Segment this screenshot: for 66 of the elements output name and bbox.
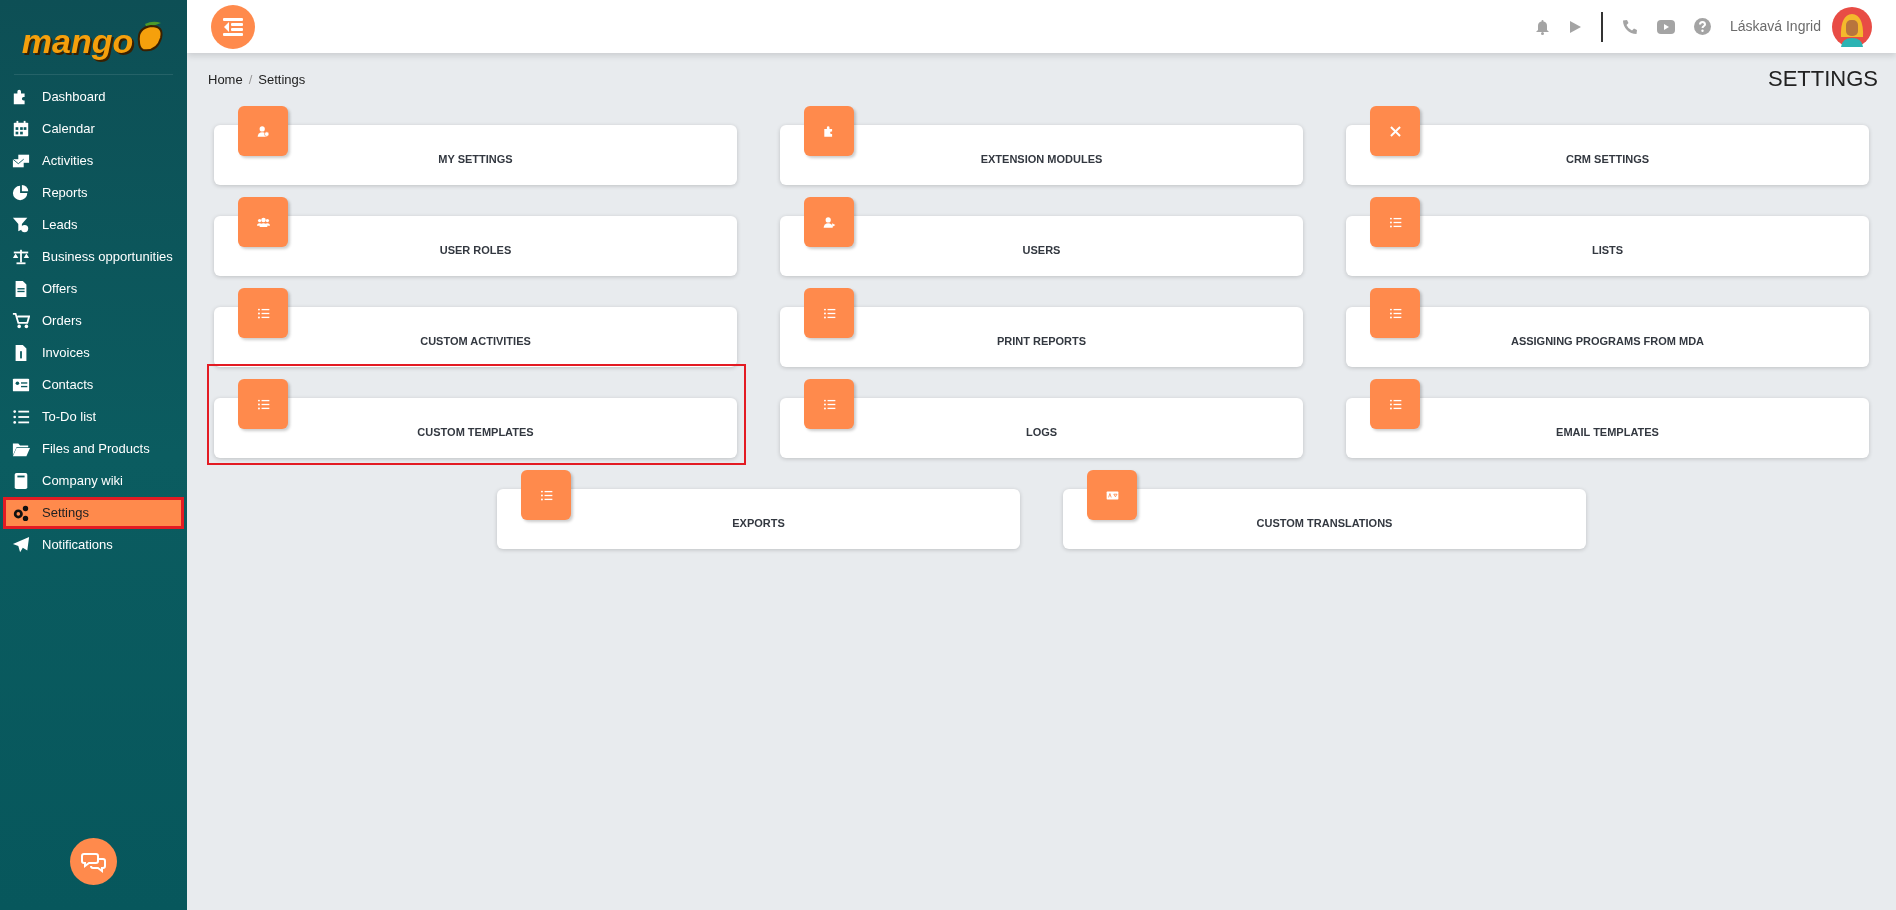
settings-card[interactable]: CUSTOM TEMPLATES [214, 398, 737, 458]
sidebar-item[interactable]: Orders [6, 308, 181, 334]
video-icon[interactable] [1656, 19, 1675, 34]
checklist-icon [12, 408, 30, 426]
scale-icon [12, 248, 30, 266]
pie-chart-icon [12, 184, 30, 202]
settings-card[interactable]: PRINT REPORTS [780, 307, 1303, 367]
settings-card[interactable]: CUSTOM ACTIVITIES [214, 307, 737, 367]
checklist-icon [1388, 306, 1402, 320]
sidebar-item[interactable]: Invoices [6, 340, 181, 366]
checklist-icon [539, 488, 553, 502]
sidebar-item[interactable]: Settings [6, 500, 181, 526]
settings-card[interactable]: CUSTOM TRANSLATIONS [1063, 489, 1586, 549]
checklist-icon [256, 397, 270, 411]
avatar-icon[interactable] [1832, 6, 1872, 47]
chat-button[interactable] [70, 838, 117, 885]
settings-card[interactable]: USER ROLES [214, 216, 737, 276]
checklist-icon [1388, 397, 1402, 411]
checklist-icon [1388, 215, 1402, 229]
sidebar-item[interactable]: Files and Products [6, 436, 181, 462]
contact-card-icon [12, 376, 30, 394]
cart-icon [12, 312, 30, 330]
checklist-icon [256, 306, 270, 320]
settings-card[interactable]: CRM SETTINGS [1346, 125, 1869, 185]
help-icon[interactable] [1693, 18, 1711, 35]
collapse-menu-icon [223, 17, 243, 36]
settings-card[interactable]: EXTENSION MODULES [780, 125, 1303, 185]
calendar-icon [12, 120, 30, 138]
settings-card[interactable]: EXPORTS [497, 489, 1020, 549]
settings-card[interactable]: LISTS [1346, 216, 1869, 276]
settings-card[interactable]: LOGS [780, 398, 1303, 458]
logo-text: mango [21, 22, 134, 60]
play-icon[interactable] [1568, 19, 1582, 34]
phone-icon[interactable] [1621, 18, 1638, 35]
sidebar-item[interactable]: Leads [6, 212, 181, 238]
breadcrumb-separator: / [248, 71, 253, 89]
settings-card[interactable]: MY SETTINGS [214, 125, 737, 185]
sidebar-item[interactable]: To-Do list [6, 404, 181, 430]
sidebar-item[interactable]: Dashboard [6, 84, 181, 110]
sidebar-item[interactable]: Activities [6, 148, 181, 174]
checklist-icon [822, 306, 836, 320]
bell-icon[interactable] [1534, 18, 1550, 35]
sidebar-item[interactable]: Contacts [6, 372, 181, 398]
user-name[interactable]: Láskavá Ingrid [1729, 16, 1821, 37]
envelopes-icon [12, 152, 30, 170]
settings-card[interactable]: ASSIGNING PROGRAMS FROM MDA [1346, 307, 1869, 367]
book-icon [12, 472, 30, 490]
user-gear-icon [256, 124, 270, 138]
paper-plane-icon [12, 536, 30, 554]
users-icon [256, 215, 270, 229]
sidebar-item[interactable]: Business opportunities [6, 244, 181, 270]
page-title: SETTINGS [1768, 66, 1878, 92]
chat-icon [80, 850, 107, 873]
sidebar-item[interactable]: Calendar [6, 116, 181, 142]
sidebar-item[interactable]: Reports [6, 180, 181, 206]
sidebar-item[interactable]: Company wiki [6, 468, 181, 494]
checklist-icon [822, 397, 836, 411]
breadcrumb-item[interactable]: Home [208, 70, 243, 90]
settings-card[interactable]: EMAIL TEMPLATES [1346, 398, 1869, 458]
sidebar-item[interactable]: Notifications [6, 532, 181, 558]
settings-card[interactable]: USERS [780, 216, 1303, 276]
sidebar-item[interactable]: Offers [6, 276, 181, 302]
user-arrow-icon [822, 215, 836, 229]
funnel-icon [12, 216, 30, 234]
breadcrumb-item: Settings [258, 71, 306, 89]
menu-toggle-button[interactable] [211, 4, 255, 49]
